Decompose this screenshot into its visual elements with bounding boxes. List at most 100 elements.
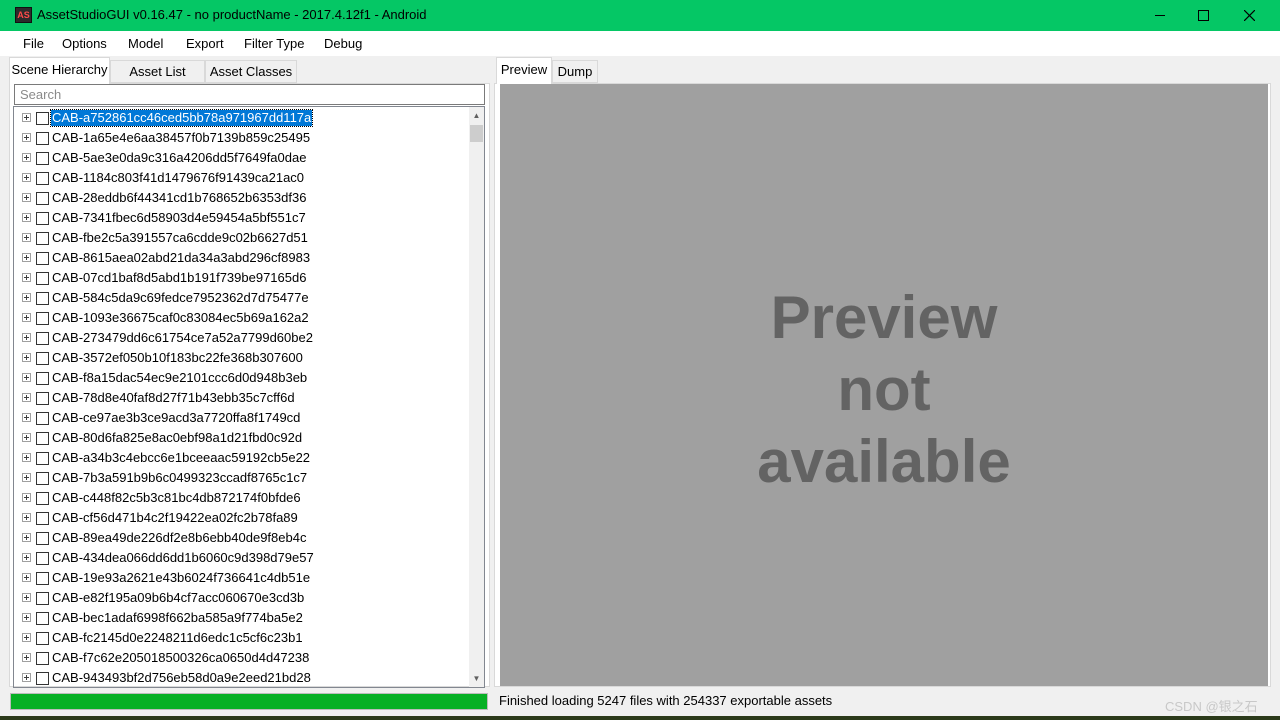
tree-item[interactable]: CAB-584c5da9c69fedce7952362d7d75477e xyxy=(14,288,469,308)
tree-item-checkbox[interactable] xyxy=(36,112,49,125)
menu-filter-type[interactable]: Filter Type xyxy=(244,36,304,51)
tree-item[interactable]: CAB-78d8e40faf8d27f71b43ebb35c7cff6d xyxy=(14,388,469,408)
expand-plus-icon[interactable] xyxy=(22,533,31,542)
expand-plus-icon[interactable] xyxy=(22,513,31,522)
expand-plus-icon[interactable] xyxy=(22,633,31,642)
tree-item[interactable]: CAB-f8a15dac54ec9e2101ccc6d0d948b3eb xyxy=(14,368,469,388)
menu-debug[interactable]: Debug xyxy=(324,36,362,51)
tree-item[interactable]: CAB-f7c62e205018500326ca0650d4d47238 xyxy=(14,648,469,668)
tree-item[interactable]: CAB-07cd1baf8d5abd1b191f739be97165d6 xyxy=(14,268,469,288)
expand-plus-icon[interactable] xyxy=(22,413,31,422)
expand-plus-icon[interactable] xyxy=(22,193,31,202)
scroll-up-arrow-icon[interactable]: ▲ xyxy=(469,107,484,124)
expand-plus-icon[interactable] xyxy=(22,393,31,402)
tree-item-checkbox[interactable] xyxy=(36,312,49,325)
tree-item-checkbox[interactable] xyxy=(36,252,49,265)
tree-item[interactable]: CAB-1184c803f41d1479676f91439ca21ac0 xyxy=(14,168,469,188)
expand-plus-icon[interactable] xyxy=(22,153,31,162)
expand-plus-icon[interactable] xyxy=(22,573,31,582)
expand-plus-icon[interactable] xyxy=(22,213,31,222)
tab-asset-list[interactable]: Asset List xyxy=(110,60,205,83)
expand-plus-icon[interactable] xyxy=(22,453,31,462)
tree-item[interactable]: CAB-943493bf2d756eb58d0a9e2eed21bd28 xyxy=(14,668,469,687)
tab-scene-hierarchy[interactable]: Scene Hierarchy xyxy=(9,57,110,84)
tree-item[interactable]: CAB-89ea49de226df2e8b6ebb40de9f8eb4c xyxy=(14,528,469,548)
expand-plus-icon[interactable] xyxy=(22,313,31,322)
menu-model[interactable]: Model xyxy=(128,36,163,51)
tree-item-checkbox[interactable] xyxy=(36,272,49,285)
tree-item[interactable]: CAB-a34b3c4ebcc6e1bceeaac59192cb5e22 xyxy=(14,448,469,468)
expand-plus-icon[interactable] xyxy=(22,473,31,482)
tree-item-checkbox[interactable] xyxy=(36,212,49,225)
tree-scrollbar[interactable]: ▲ ▼ xyxy=(469,106,485,688)
tree-item[interactable]: CAB-19e93a2621e43b6024f736641c4db51e xyxy=(14,568,469,588)
scroll-down-arrow-icon[interactable]: ▼ xyxy=(469,670,484,687)
tree-item[interactable]: CAB-c448f82c5b3c81bc4db872174f0bfde6 xyxy=(14,488,469,508)
tree-item[interactable]: CAB-273479dd6c61754ce7a52a7799d60be2 xyxy=(14,328,469,348)
tree-item[interactable]: CAB-ce97ae3b3ce9acd3a7720ffa8f1749cd xyxy=(14,408,469,428)
expand-plus-icon[interactable] xyxy=(22,673,31,682)
menu-file[interactable]: File xyxy=(23,36,44,51)
tree-item[interactable]: CAB-e82f195a09b6b4cf7acc060670e3cd3b xyxy=(14,588,469,608)
maximize-button[interactable] xyxy=(1180,0,1226,31)
tree-item-checkbox[interactable] xyxy=(36,472,49,485)
tree-item-checkbox[interactable] xyxy=(36,592,49,605)
expand-plus-icon[interactable] xyxy=(22,593,31,602)
tree-item-checkbox[interactable] xyxy=(36,452,49,465)
tree-item[interactable]: CAB-cf56d471b4c2f19422ea02fc2b78fa89 xyxy=(14,508,469,528)
tree-item[interactable]: CAB-5ae3e0da9c316a4206dd5f7649fa0dae xyxy=(14,148,469,168)
tree-item-checkbox[interactable] xyxy=(36,152,49,165)
tree-item[interactable]: CAB-1093e36675caf0c83084ec5b69a162a2 xyxy=(14,308,469,328)
tree-item[interactable]: CAB-a752861cc46ced5bb78a971967dd117a xyxy=(14,108,469,128)
tree-item[interactable]: CAB-7b3a591b9b6c0499323ccadf8765c1c7 xyxy=(14,468,469,488)
expand-plus-icon[interactable] xyxy=(22,133,31,142)
expand-plus-icon[interactable] xyxy=(22,433,31,442)
tree-item-checkbox[interactable] xyxy=(36,132,49,145)
close-button[interactable] xyxy=(1226,0,1272,31)
tree-item-checkbox[interactable] xyxy=(36,292,49,305)
expand-plus-icon[interactable] xyxy=(22,113,31,122)
scroll-thumb[interactable] xyxy=(470,125,483,142)
expand-plus-icon[interactable] xyxy=(22,273,31,282)
title-bar[interactable]: AS AssetStudioGUI v0.16.47 - no productN… xyxy=(0,0,1280,31)
tree-item-checkbox[interactable] xyxy=(36,372,49,385)
expand-plus-icon[interactable] xyxy=(22,233,31,242)
tree-item-checkbox[interactable] xyxy=(36,672,49,685)
expand-plus-icon[interactable] xyxy=(22,613,31,622)
expand-plus-icon[interactable] xyxy=(22,353,31,362)
expand-plus-icon[interactable] xyxy=(22,373,31,382)
tree-item-checkbox[interactable] xyxy=(36,632,49,645)
expand-plus-icon[interactable] xyxy=(22,333,31,342)
expand-plus-icon[interactable] xyxy=(22,253,31,262)
tree-item-checkbox[interactable] xyxy=(36,572,49,585)
tree-item[interactable]: CAB-fc2145d0e2248211d6edc1c5cf6c23b1 xyxy=(14,628,469,648)
tree-item-checkbox[interactable] xyxy=(36,192,49,205)
minimize-button[interactable] xyxy=(1137,0,1183,31)
expand-plus-icon[interactable] xyxy=(22,653,31,662)
tree-item-checkbox[interactable] xyxy=(36,612,49,625)
tab-preview[interactable]: Preview xyxy=(496,57,552,84)
tree-item[interactable]: CAB-434dea066dd6dd1b6060c9d398d79e57 xyxy=(14,548,469,568)
expand-plus-icon[interactable] xyxy=(22,553,31,562)
menu-options[interactable]: Options xyxy=(62,36,107,51)
expand-plus-icon[interactable] xyxy=(22,173,31,182)
tab-asset-classes[interactable]: Asset Classes xyxy=(205,60,297,83)
tree-item-checkbox[interactable] xyxy=(36,532,49,545)
tree-item[interactable]: CAB-80d6fa825e8ac0ebf98a1d21fbd0c92d xyxy=(14,428,469,448)
tree-item[interactable]: CAB-fbe2c5a391557ca6cdde9c02b6627d51 xyxy=(14,228,469,248)
tree-item-checkbox[interactable] xyxy=(36,392,49,405)
expand-plus-icon[interactable] xyxy=(22,293,31,302)
tree-item[interactable]: CAB-28eddb6f44341cd1b768652b6353df36 xyxy=(14,188,469,208)
tree-item-checkbox[interactable] xyxy=(36,232,49,245)
tree-item-checkbox[interactable] xyxy=(36,432,49,445)
tree-item[interactable]: CAB-7341fbec6d58903d4e59454a5bf551c7 xyxy=(14,208,469,228)
tree-item[interactable]: CAB-bec1adaf6998f662ba585a9f774ba5e2 xyxy=(14,608,469,628)
tree-item-checkbox[interactable] xyxy=(36,172,49,185)
tree-item-checkbox[interactable] xyxy=(36,332,49,345)
expand-plus-icon[interactable] xyxy=(22,493,31,502)
tree-item-checkbox[interactable] xyxy=(36,512,49,525)
tree-item-checkbox[interactable] xyxy=(36,652,49,665)
tree-item[interactable]: CAB-3572ef050b10f183bc22fe368b307600 xyxy=(14,348,469,368)
tree-item-checkbox[interactable] xyxy=(36,352,49,365)
scene-tree[interactable]: CAB-a752861cc46ced5bb78a971967dd117a CAB-… xyxy=(13,106,469,688)
